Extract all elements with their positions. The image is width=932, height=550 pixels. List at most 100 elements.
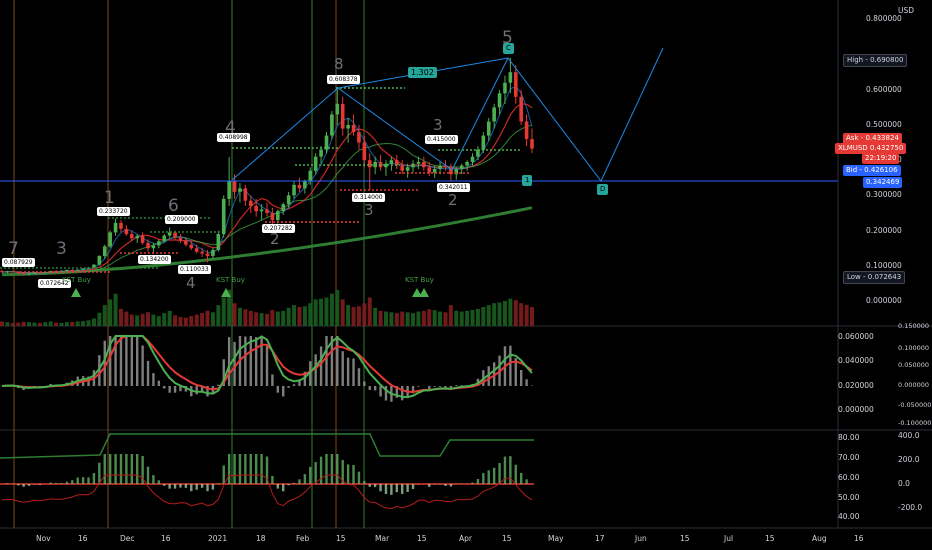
- volume-bar: [32, 322, 37, 326]
- volume-bar: [281, 310, 286, 326]
- wave-number: 3: [364, 201, 374, 219]
- candle-body: [281, 204, 286, 212]
- osc2-histogram-bar: [92, 473, 96, 484]
- osc2-left-axis-tick: 50.00: [838, 493, 860, 502]
- osc1-histogram-bar: [357, 368, 361, 386]
- candle-body: [65, 270, 69, 272]
- volume-bar: [362, 303, 367, 326]
- x-axis-tick: 17: [595, 534, 605, 543]
- volume-bar: [270, 310, 275, 326]
- osc1-histogram-bar: [260, 336, 263, 386]
- blue-moving-average: [1, 85, 533, 274]
- volume-bar: [508, 298, 513, 326]
- osc2-left-axis-tick: 40.00: [838, 512, 860, 521]
- volume-bar: [108, 299, 113, 326]
- candle-body: [184, 240, 188, 245]
- candle-body: [21, 273, 26, 275]
- candle-body: [486, 121, 491, 136]
- volume-bar: [443, 312, 448, 326]
- osc1-histogram-bar: [509, 345, 512, 386]
- volume-bar: [356, 306, 361, 326]
- osc2-histogram-bar: [217, 483, 220, 484]
- osc1-left-axis-tick: 0.040000: [838, 356, 874, 365]
- osc1-histogram-bar: [173, 386, 177, 393]
- osc2-histogram-bar: [292, 482, 296, 484]
- candle-body: [102, 246, 107, 256]
- volume-bar: [200, 313, 205, 326]
- volume-bar: [340, 299, 345, 326]
- osc1-histogram-bar: [455, 385, 458, 386]
- osc2-histogram-bar: [449, 484, 453, 487]
- volume-bar: [183, 317, 188, 326]
- candle-body: [497, 93, 502, 108]
- candle-body: [92, 264, 96, 268]
- candle-body: [135, 235, 140, 239]
- price-axis-tick: 0.200000: [866, 225, 902, 235]
- candle-body: [205, 253, 210, 256]
- osc1-histogram-bar: [265, 346, 269, 386]
- volume-bar: [70, 321, 75, 326]
- volume-bar: [378, 310, 383, 326]
- osc2-histogram-bar: [352, 465, 355, 484]
- osc2-histogram-bar: [157, 480, 161, 484]
- wave-box-label: 1: [522, 175, 533, 186]
- volume-bar: [351, 307, 356, 326]
- candle-body: [503, 82, 507, 94]
- x-axis-tick: 15: [765, 534, 775, 543]
- osc2-histogram-bar: [368, 484, 371, 487]
- candle-body: [178, 237, 183, 241]
- volume-bar: [265, 313, 269, 326]
- candle-body: [81, 268, 85, 270]
- x-axis-tick: Jul: [724, 534, 734, 543]
- x-axis-tick: 15: [680, 534, 690, 543]
- osc1-histogram-bar: [417, 386, 420, 387]
- osc2-histogram-bar: [476, 479, 480, 484]
- osc2-histogram-bar: [373, 484, 377, 488]
- osc1-histogram-bar: [217, 384, 220, 386]
- osc1-histogram-bar: [363, 381, 366, 386]
- volume-bar: [530, 307, 534, 326]
- wave-projection: [231, 47, 664, 182]
- osc2-histogram-bar: [428, 484, 431, 487]
- volume-bar: [124, 311, 129, 326]
- candle-body: [519, 96, 523, 122]
- buy-arrow-icon: [71, 288, 81, 297]
- candle-body: [238, 188, 242, 192]
- osc2-histogram-bar: [81, 477, 85, 484]
- osc2-histogram-bar: [184, 484, 188, 488]
- osc1-histogram-bar: [341, 351, 344, 386]
- osc2-histogram-bar: [455, 483, 458, 484]
- price-axis-tick: 0.800000: [866, 14, 902, 24]
- wave-number: 3: [433, 116, 443, 134]
- volume-bar: [5, 322, 10, 326]
- osc2-histogram-bar: [254, 454, 258, 484]
- osc2-histogram-bar: [38, 484, 42, 485]
- osc1-histogram-bar: [336, 336, 339, 386]
- volume-bar: [167, 310, 172, 326]
- volume-bar: [81, 321, 86, 326]
- volume-bar: [275, 311, 280, 326]
- osc2-histogram-bar: [49, 482, 52, 484]
- candle-body: [11, 271, 15, 273]
- candle-body: [297, 184, 302, 189]
- volume-bar: [10, 322, 15, 326]
- candle-body: [167, 232, 172, 236]
- x-axis-tick: Dec: [120, 534, 135, 543]
- volume-bar: [411, 313, 416, 326]
- candle-body: [308, 170, 313, 182]
- x-axis-tick: 16: [78, 534, 88, 543]
- x-axis-tick: 15: [336, 534, 346, 543]
- osc2-left-axis-tick: 70.00: [838, 453, 860, 462]
- candle-body: [259, 209, 264, 212]
- osc1-left-axis-tick: 0.000000: [838, 405, 874, 414]
- currency-label: USD: [898, 6, 915, 15]
- osc2-histogram-bar: [357, 471, 361, 484]
- volume-bar: [432, 310, 437, 326]
- osc2-histogram-bar: [411, 484, 415, 490]
- osc2-right-axis-tick: 400.0: [898, 431, 920, 440]
- volume-bar: [319, 298, 324, 326]
- osc2-histogram-bar: [222, 465, 225, 484]
- price-chart[interactable]: [0, 0, 932, 550]
- osc2-histogram-bar: [276, 484, 280, 489]
- osc2-histogram-bar: [125, 454, 128, 484]
